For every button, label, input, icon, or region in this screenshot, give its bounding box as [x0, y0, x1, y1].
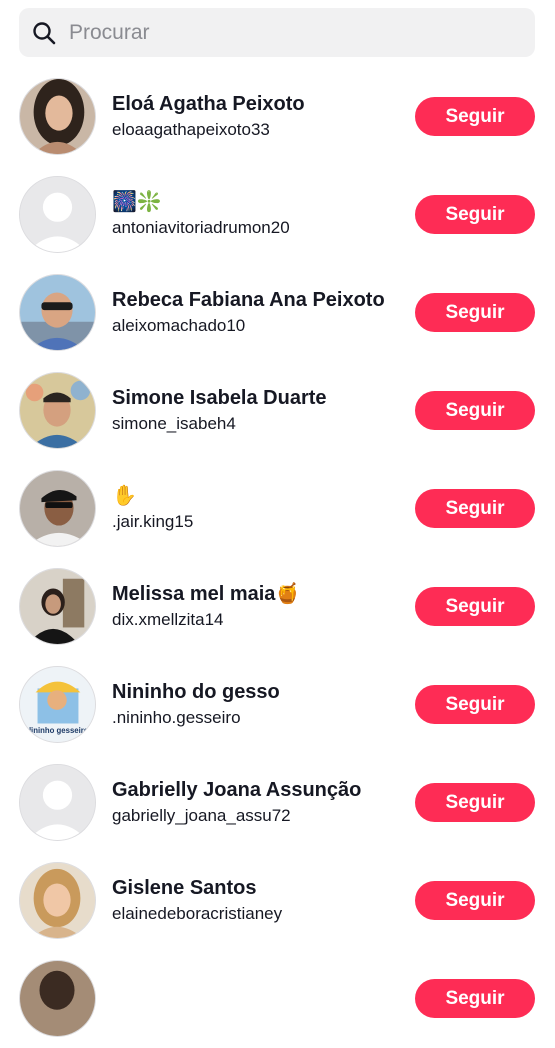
list-item[interactable]: Simone Isabela Duarte simone_isabeh4 Seg…	[0, 362, 555, 460]
user-handle: dix.xmellzita14	[112, 610, 224, 629]
user-handle: gabrielly_joana_assu72	[112, 806, 291, 825]
list-item[interactable]: 🎆❇️ antoniavitoriadrumon20 Seguir	[0, 166, 555, 264]
follow-button[interactable]: Seguir	[415, 979, 535, 1018]
list-item[interactable]: Gislene Santos elainedeboracristianey Se…	[0, 852, 555, 950]
user-name: 🎆❇️	[112, 191, 162, 213]
user-handle: eloaagathapeixoto33	[112, 120, 270, 139]
list-item[interactable]: Nininho gesseiro Nininho do gesso .ninin…	[0, 656, 555, 754]
search-bar[interactable]	[19, 8, 535, 57]
user-handle: .jair.king15	[112, 512, 194, 531]
avatar[interactable]	[19, 274, 96, 351]
follow-button[interactable]: Seguir	[415, 195, 535, 234]
list-item[interactable]: Rebeca Fabiana Ana Peixoto aleixomachado…	[0, 264, 555, 362]
search-icon	[31, 20, 57, 46]
search-input[interactable]	[67, 19, 491, 46]
list-item[interactable]: Seguir	[0, 950, 555, 1048]
user-handle: aleixomachado10	[112, 316, 246, 335]
follow-button[interactable]: Seguir	[415, 489, 535, 528]
list-item[interactable]: ✋ .jair.king15 Seguir	[0, 460, 555, 558]
avatar[interactable]	[19, 176, 96, 253]
follow-button[interactable]: Seguir	[415, 97, 535, 136]
follow-button[interactable]: Seguir	[415, 391, 535, 430]
user-name: Nininho do gesso	[112, 681, 280, 703]
avatar[interactable]	[19, 862, 96, 939]
user-name: Gabrielly Joana Assunção	[112, 779, 362, 801]
user-name: Simone Isabela Duarte	[112, 387, 327, 409]
avatar[interactable]	[19, 470, 96, 547]
avatar-logo-text: Nininho gesseiro	[25, 726, 88, 735]
follow-button[interactable]: Seguir	[415, 685, 535, 724]
user-handle: elainedeboracristianey	[112, 904, 283, 923]
user-name: Melissa mel maia🍯	[112, 583, 301, 605]
list-item[interactable]: Gabrielly Joana Assunção gabrielly_joana…	[0, 754, 555, 852]
avatar[interactable]	[19, 568, 96, 645]
avatar[interactable]	[19, 764, 96, 841]
user-name: Gislene Santos	[112, 877, 257, 899]
follow-button[interactable]: Seguir	[415, 881, 535, 920]
user-list: Eloá Agatha Peixoto eloaagathapeixoto33 …	[0, 68, 555, 1048]
list-item[interactable]: Melissa mel maia🍯 dix.xmellzita14 Seguir	[0, 558, 555, 656]
avatar[interactable]	[19, 960, 96, 1037]
list-item[interactable]: Eloá Agatha Peixoto eloaagathapeixoto33 …	[0, 68, 555, 166]
follow-button[interactable]: Seguir	[415, 783, 535, 822]
user-handle: .nininho.gesseiro	[112, 708, 241, 727]
user-name: ✋	[112, 485, 137, 507]
avatar[interactable]: Nininho gesseiro	[19, 666, 96, 743]
follow-button[interactable]: Seguir	[415, 587, 535, 626]
avatar[interactable]	[19, 372, 96, 449]
user-name: Rebeca Fabiana Ana Peixoto	[112, 289, 385, 311]
user-name: Eloá Agatha Peixoto	[112, 93, 305, 115]
user-handle: antoniavitoriadrumon20	[112, 218, 290, 237]
avatar[interactable]	[19, 78, 96, 155]
follow-button[interactable]: Seguir	[415, 293, 535, 332]
user-handle: simone_isabeh4	[112, 414, 236, 433]
